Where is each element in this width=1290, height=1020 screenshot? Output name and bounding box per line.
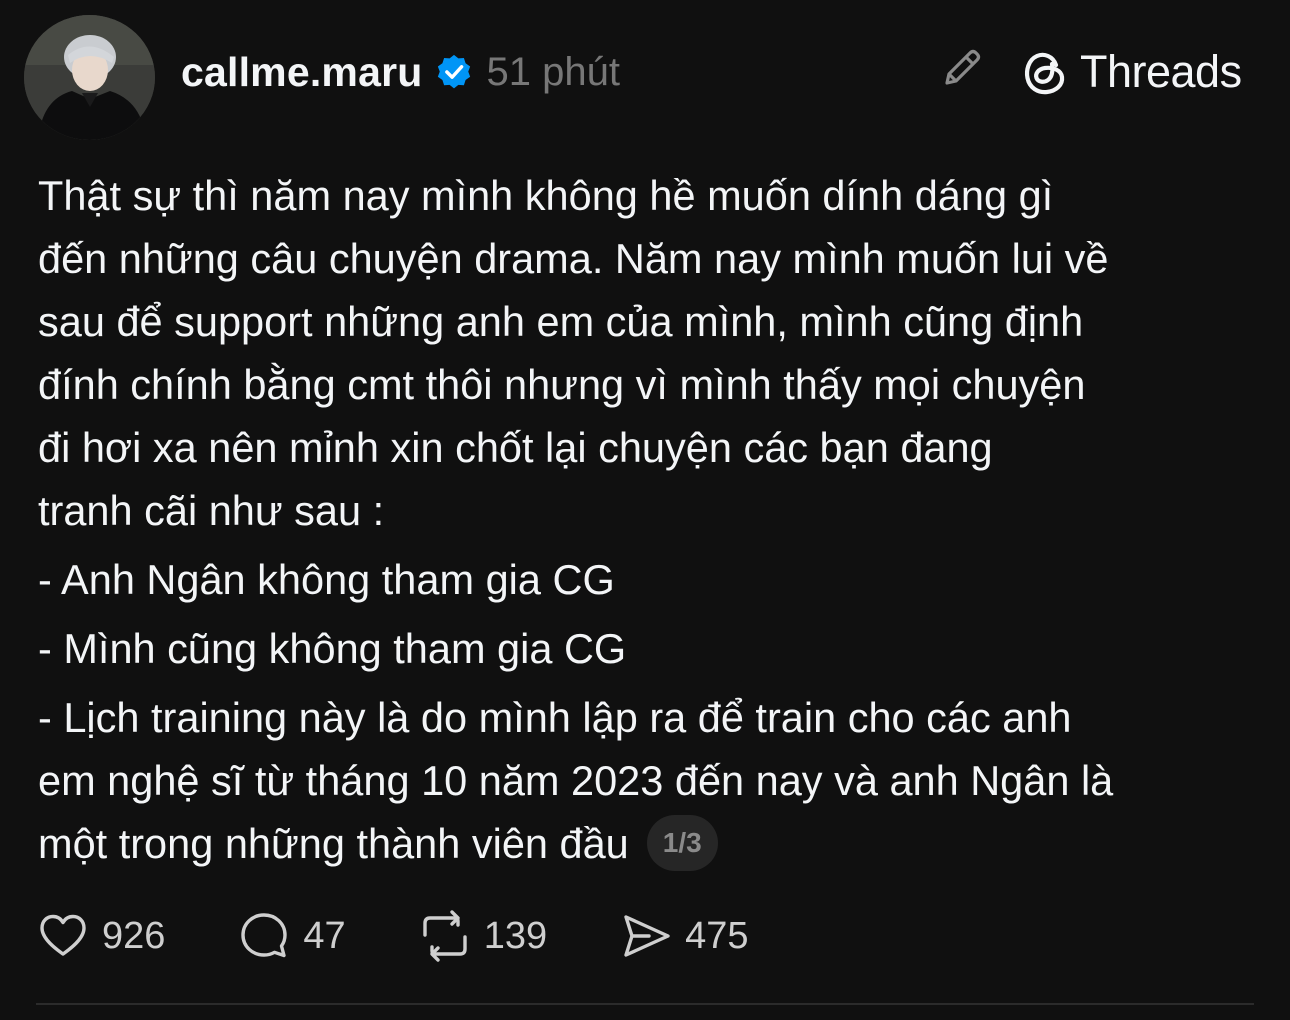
text-line: Thật sự thì năm nay mình không hề muốn d… <box>38 172 1054 219</box>
comment-count: 47 <box>303 914 346 957</box>
post-content: Thật sự thì năm nay mình không hề muốn d… <box>38 164 1268 875</box>
page-indicator-badge: 1/3 <box>646 815 718 871</box>
comment-button[interactable]: 47 <box>237 909 346 963</box>
text-line: - Lịch training này là do mình lập ra để… <box>38 694 1072 741</box>
bullet-text: - Anh Ngân không tham gia CG <box>38 556 615 603</box>
like-count: 926 <box>102 914 166 957</box>
repost-button[interactable]: 139 <box>418 909 547 963</box>
bullet-item: - Anh Ngân không tham gia CG <box>38 548 1268 611</box>
like-button[interactable]: 926 <box>36 909 165 963</box>
post-actions: 926 47 139 475 <box>36 904 821 968</box>
threads-logo-icon <box>1024 52 1065 95</box>
heart-icon <box>40 914 86 956</box>
comment-bubble-icon <box>241 913 288 958</box>
text-line: đến những câu chuyện drama. Năm nay mình… <box>38 235 1109 282</box>
threads-brand[interactable]: Threads <box>1020 44 1242 100</box>
share-button[interactable]: 475 <box>619 909 749 963</box>
send-icon <box>624 915 670 957</box>
text-line: em nghệ sĩ từ tháng 10 năm 2023 đến nay … <box>38 757 1114 804</box>
verified-badge-icon <box>435 53 473 91</box>
pencil-icon[interactable] <box>938 44 986 92</box>
divider <box>36 1003 1254 1005</box>
post-header: callme.maru 51 phút <box>181 40 620 104</box>
avatar[interactable] <box>24 15 155 140</box>
thread-post: callme.maru 51 phút Threads Thật sự thì … <box>0 0 1290 1020</box>
brand-name: Threads <box>1080 46 1242 97</box>
text-line: một trong những thành viên đầu <box>38 820 629 867</box>
text-line: tranh cãi như sau : <box>38 487 385 534</box>
bullet-item: - Lịch training này là do mình lập ra để… <box>38 686 1268 875</box>
repost-icon <box>422 910 467 962</box>
post-timestamp: 51 phút <box>486 49 620 94</box>
text-line: đi hơi xa nên mỉnh xin chốt lại chuyện c… <box>38 424 993 471</box>
bullet-item: - Mình cũng không tham gia CG <box>38 617 1268 680</box>
avatar-photo <box>24 15 155 140</box>
repost-count: 139 <box>483 914 548 957</box>
text-line: đính chính bằng cmt thôi nhưng vì mình t… <box>38 361 1086 408</box>
bullet-text: - Mình cũng không tham gia CG <box>38 625 627 672</box>
text-line: sau để support những anh em của mình, mì… <box>38 298 1084 345</box>
username[interactable]: callme.maru <box>181 49 423 96</box>
post-paragraph: Thật sự thì năm nay mình không hề muốn d… <box>38 164 1268 542</box>
share-count: 475 <box>685 914 749 957</box>
